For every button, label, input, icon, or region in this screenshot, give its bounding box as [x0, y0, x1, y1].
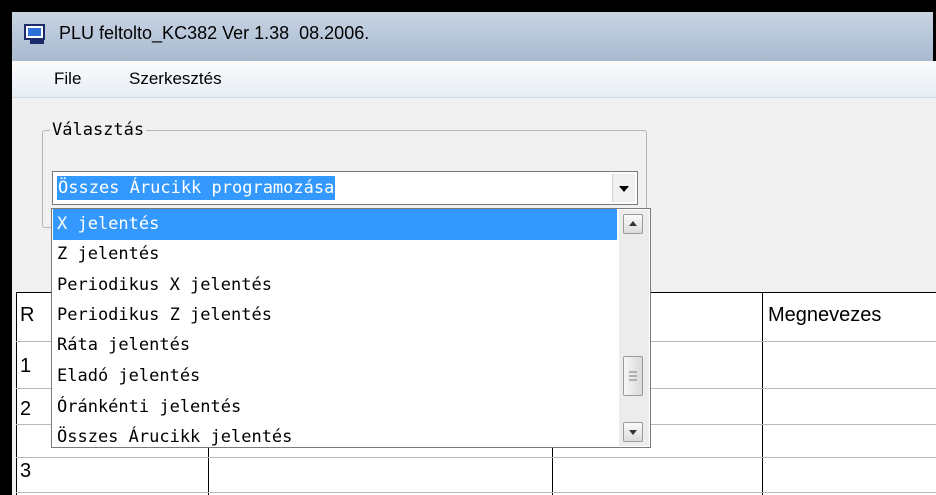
scroll-thumb[interactable] — [623, 356, 643, 396]
dropdown-option[interactable]: Ráta jelentés — [53, 330, 617, 361]
grid-header-row-col: R — [20, 304, 35, 326]
grid-row-number: 2 — [20, 398, 32, 420]
grid-col-divider — [762, 292, 763, 495]
menu-edit[interactable]: Szerkesztés — [129, 69, 222, 89]
dropdown-option[interactable]: X jelentés — [53, 209, 617, 240]
selection-combobox[interactable]: Összes Árucikk programozása — [52, 171, 638, 205]
scroll-down-icon — [629, 430, 637, 435]
grid-row-divider — [16, 457, 936, 458]
menu-bar: File Szerkesztés — [12, 61, 936, 98]
menu-file[interactable]: File — [54, 69, 81, 89]
grid-row-divider — [16, 492, 936, 493]
combo-selected-value: Összes Árucikk programozása — [57, 176, 336, 200]
dropdown-scrollbar[interactable] — [619, 210, 649, 446]
grid-row-number: 3 — [20, 460, 32, 482]
scroll-grip-icon — [629, 371, 637, 381]
selection-group-label: Választás — [50, 120, 147, 140]
dropdown-option[interactable]: Periodikus X jelentés — [53, 270, 617, 301]
dropdown-option[interactable]: Óránkénti jelentés — [53, 392, 617, 423]
window-title: PLU feltolto_KC382 Ver 1.38 08.2006. — [59, 23, 370, 43]
combo-dropdown-list[interactable]: X jelentés Z jelentés Periodikus X jelen… — [51, 208, 651, 448]
grid-row-number: 1 — [20, 355, 32, 377]
combo-dropdown-button[interactable] — [612, 174, 635, 202]
scroll-down-button[interactable] — [623, 422, 643, 442]
dropdown-arrow-icon — [619, 186, 629, 192]
dropdown-option[interactable]: Z jelentés — [53, 239, 617, 270]
grid-header-megnevezes: Megnevezes — [768, 304, 882, 326]
dropdown-option[interactable]: Eladó jelentés — [53, 361, 617, 392]
grid-left-border — [16, 292, 17, 495]
app-window: PLU feltolto_KC382 Ver 1.38 08.2006. Fil… — [12, 12, 936, 495]
scroll-up-icon — [629, 221, 637, 226]
dropdown-option[interactable]: Összes Árucikk jelentés — [53, 422, 617, 447]
scroll-up-button[interactable] — [623, 214, 643, 234]
app-icon — [24, 24, 45, 44]
title-bar[interactable]: PLU feltolto_KC382 Ver 1.38 08.2006. — [12, 12, 936, 61]
dropdown-option[interactable]: Periodikus Z jelentés — [53, 300, 617, 331]
